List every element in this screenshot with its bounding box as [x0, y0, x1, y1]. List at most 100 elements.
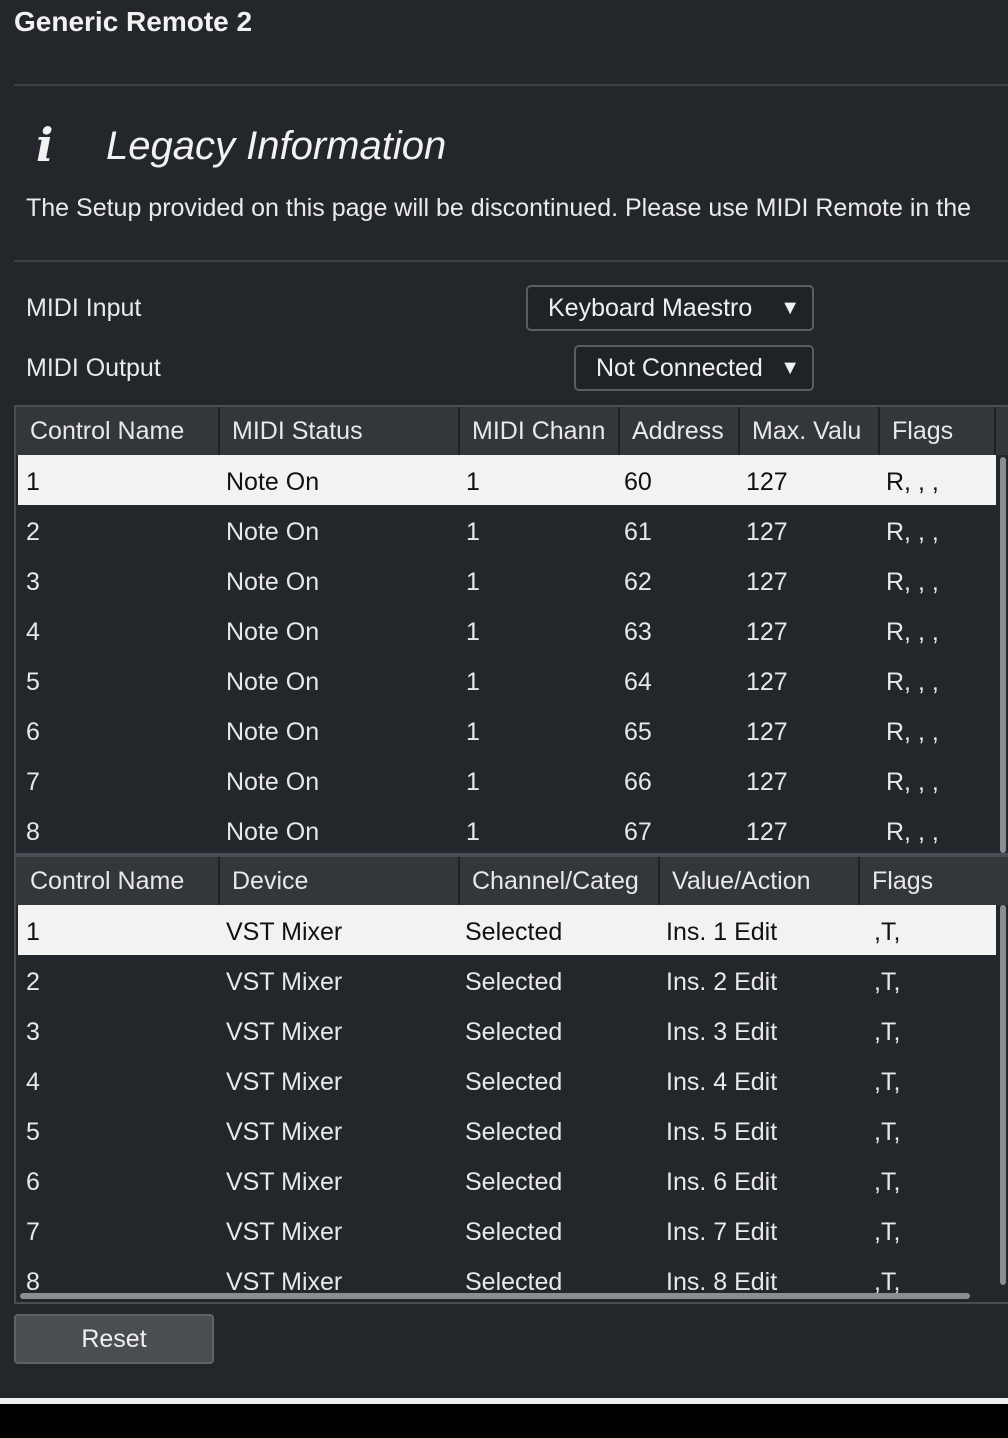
- table-cell: 63: [624, 618, 652, 646]
- table-cell: 127: [746, 818, 788, 846]
- window-edge: [0, 1398, 1008, 1404]
- column-header[interactable]: Max. Valu: [740, 407, 880, 455]
- table-cell: ,T,: [874, 968, 901, 996]
- table-row[interactable]: 1 VST Mixer Selected Ins. 1 Edit ,T,: [18, 905, 996, 955]
- legacy-text: The Setup provided on this page will be …: [26, 194, 971, 222]
- table-row[interactable]: 5 Note On 1 64 127 R, , ,: [18, 655, 996, 705]
- column-header[interactable]: Flags: [860, 857, 1008, 905]
- midi-input-dropdown[interactable]: Keyboard Maestro ▼: [526, 285, 814, 331]
- table-cell: VST Mixer: [226, 1068, 343, 1096]
- reset-button[interactable]: Reset: [14, 1314, 214, 1364]
- midi-output-value: Not Connected: [596, 353, 763, 382]
- table-cell: 4: [26, 1068, 40, 1096]
- table-cell: 1: [466, 568, 480, 596]
- table-cell: VST Mixer: [226, 1018, 343, 1046]
- table-cell: 127: [746, 568, 788, 596]
- table-cell: Ins. 2 Edit: [666, 968, 778, 996]
- table-row[interactable]: 6 Note On 1 65 127 R, , ,: [18, 705, 996, 755]
- table-cell: R, , ,: [886, 568, 939, 596]
- table-cell: R, , ,: [886, 768, 939, 796]
- column-header[interactable]: MIDI Status: [220, 407, 460, 455]
- table-cell: 127: [746, 618, 788, 646]
- table-cell: 1: [466, 818, 480, 846]
- table-cell: Note On: [226, 468, 320, 496]
- table-cell: 127: [746, 718, 788, 746]
- table-cell: 1: [466, 668, 480, 696]
- table-cell: 65: [624, 718, 652, 746]
- table-row[interactable]: 7 VST Mixer Selected Ins. 7 Edit ,T,: [18, 1205, 996, 1255]
- table-cell: Selected: [465, 1118, 563, 1146]
- table-row[interactable]: 8 Note On 1 67 127 R, , ,: [18, 805, 996, 853]
- table-row[interactable]: 1 Note On 1 60 127 R, , ,: [18, 455, 996, 505]
- table-cell: 7: [26, 768, 40, 796]
- table-cell: R, , ,: [886, 468, 939, 496]
- table-cell: 8: [26, 818, 40, 846]
- table-cell: 5: [26, 1118, 40, 1146]
- table-cell: Ins. 4 Edit: [666, 1068, 778, 1096]
- dropdown-arrow-icon: ▼: [780, 296, 800, 319]
- divider: [14, 84, 1008, 86]
- table-cell: Ins. 6 Edit: [666, 1168, 778, 1196]
- table-cell: Note On: [226, 818, 320, 846]
- table-row[interactable]: 3 VST Mixer Selected Ins. 3 Edit ,T,: [18, 1005, 996, 1055]
- table-cell: Selected: [465, 1218, 563, 1246]
- table-cell: Selected: [465, 1168, 563, 1196]
- column-header[interactable]: Control Name: [18, 407, 220, 455]
- table-cell: 7: [26, 1218, 40, 1246]
- table-cell: ,T,: [874, 1068, 901, 1096]
- vertical-scrollbar[interactable]: [1000, 457, 1006, 853]
- table-cell: 67: [624, 818, 652, 846]
- table-cell: VST Mixer: [226, 1218, 343, 1246]
- table-row[interactable]: 2 Note On 1 61 127 R, , ,: [18, 505, 996, 555]
- table-cell: 2: [26, 968, 40, 996]
- column-header[interactable]: Device: [220, 857, 460, 905]
- table-cell: Note On: [226, 518, 320, 546]
- table-cell: 1: [466, 718, 480, 746]
- table-cell: 1: [466, 618, 480, 646]
- table-row[interactable]: 5 VST Mixer Selected Ins. 5 Edit ,T,: [18, 1105, 996, 1155]
- table-cell: VST Mixer: [226, 918, 343, 946]
- table-cell: ,T,: [874, 1168, 901, 1196]
- table-cell: Ins. 5 Edit: [666, 1118, 778, 1146]
- table-row[interactable]: 2 VST Mixer Selected Ins. 2 Edit ,T,: [18, 955, 996, 1005]
- table-row[interactable]: 4 VST Mixer Selected Ins. 4 Edit ,T,: [18, 1055, 996, 1105]
- column-header[interactable]: MIDI Chann: [460, 407, 620, 455]
- table-cell: Selected: [465, 1018, 563, 1046]
- table-row[interactable]: 6 VST Mixer Selected Ins. 6 Edit ,T,: [18, 1155, 996, 1205]
- table-cell: 127: [746, 768, 788, 796]
- table-cell: 5: [26, 668, 40, 696]
- column-header[interactable]: Control Name: [18, 857, 220, 905]
- controls-table: Control Name MIDI Status MIDI Chann Address…: [14, 405, 1008, 855]
- table-cell: 1: [466, 768, 480, 796]
- table-cell: Note On: [226, 618, 320, 646]
- table-cell: Selected: [465, 968, 563, 996]
- generic-remote-panel: Generic Remote 2 i Legacy Information Th…: [0, 0, 1008, 1398]
- table-cell: 127: [746, 518, 788, 546]
- table-cell: R, , ,: [886, 718, 939, 746]
- table-cell: ,T,: [874, 1218, 901, 1246]
- dropdown-arrow-icon: ▼: [780, 356, 800, 379]
- table-cell: Note On: [226, 668, 320, 696]
- table-cell: 62: [624, 568, 652, 596]
- table-cell: Note On: [226, 568, 320, 596]
- midi-output-dropdown[interactable]: Not Connected ▼: [574, 345, 814, 391]
- table-row[interactable]: 7 Note On 1 66 127 R, , ,: [18, 755, 996, 805]
- table-row[interactable]: 4 Note On 1 63 127 R, , ,: [18, 605, 996, 655]
- controls-table-header: Control Name MIDI Status MIDI Chann Address…: [16, 407, 1008, 455]
- table-cell: 60: [624, 468, 652, 496]
- column-header[interactable]: Flags: [880, 407, 996, 455]
- table-cell: 1: [26, 468, 40, 496]
- vertical-scrollbar[interactable]: [1000, 905, 1006, 1285]
- horizontal-scrollbar[interactable]: [20, 1293, 970, 1299]
- column-header[interactable]: Value/Action: [660, 857, 860, 905]
- table-cell: 6: [26, 1168, 40, 1196]
- column-header[interactable]: Channel/Categ: [460, 857, 660, 905]
- table-cell: R, , ,: [886, 818, 939, 846]
- midi-input-value: Keyboard Maestro: [548, 293, 753, 322]
- table-cell: 1: [466, 468, 480, 496]
- table-cell: R, , ,: [886, 668, 939, 696]
- table-row[interactable]: 3 Note On 1 62 127 R, , ,: [18, 555, 996, 605]
- table-cell: 6: [26, 718, 40, 746]
- table-cell: Ins. 3 Edit: [666, 1018, 778, 1046]
- column-header[interactable]: Address: [620, 407, 740, 455]
